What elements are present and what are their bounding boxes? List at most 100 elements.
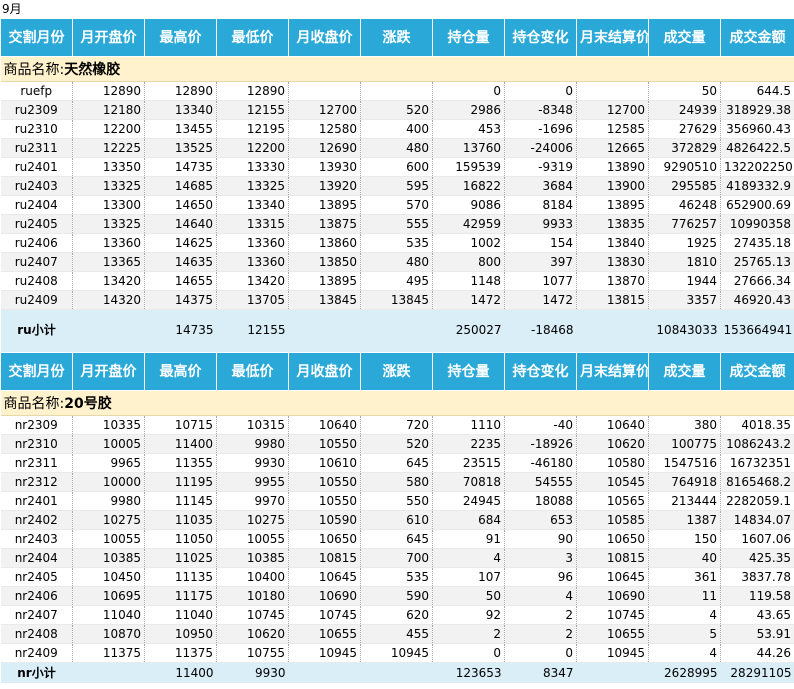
table-cell[interactable]: 318929.38 (720, 100, 794, 120)
table-cell[interactable]: 91 (432, 529, 505, 549)
table-cell[interactable]: 12585 (576, 119, 649, 139)
table-cell[interactable]: 580 (360, 472, 433, 492)
table-cell[interactable]: 764918 (648, 472, 721, 492)
subtotal-cell[interactable] (288, 662, 361, 683)
table-cell[interactable]: 13815 (576, 290, 649, 310)
table-cell[interactable]: 4 (504, 586, 577, 606)
table-cell[interactable]: 12580 (288, 119, 361, 139)
table-cell[interactable] (288, 81, 361, 101)
table-cell[interactable]: 13920 (288, 176, 361, 196)
table-cell[interactable]: 70818 (432, 472, 505, 492)
table-cell[interactable]: 10650 (288, 529, 361, 549)
table-cell[interactable]: 10640 (288, 415, 361, 435)
table-cell[interactable]: 213444 (648, 491, 721, 511)
table-cell[interactable]: 14635 (144, 252, 217, 272)
table-cell[interactable]: 11355 (144, 453, 217, 473)
table-cell[interactable]: 720 (360, 415, 433, 435)
table-cell[interactable]: 11375 (72, 643, 145, 663)
table-cell[interactable]: 13365 (72, 252, 145, 272)
table-cell[interactable]: 9290510 (648, 157, 721, 177)
table-cell[interactable]: 12700 (288, 100, 361, 120)
table-cell[interactable]: 12665 (576, 138, 649, 158)
table-cell[interactable]: 12700 (576, 100, 649, 120)
table-cell[interactable]: 10550 (288, 434, 361, 454)
table-cell[interactable]: 13325 (72, 214, 145, 234)
table-cell[interactable]: ru2408 (0, 271, 73, 291)
table-cell[interactable]: 13760 (432, 138, 505, 158)
table-cell[interactable]: 8165468.2 (720, 472, 794, 492)
table-cell[interactable]: 10815 (576, 548, 649, 568)
table-cell[interactable]: nr2403 (0, 529, 73, 549)
table-cell[interactable]: 13890 (576, 157, 649, 177)
subtotal-cell[interactable]: 123653 (432, 662, 505, 683)
table-cell[interactable]: 9955 (216, 472, 289, 492)
table-cell[interactable]: 13830 (576, 252, 649, 272)
table-cell[interactable]: 10565 (576, 491, 649, 511)
table-cell[interactable]: nr2401 (0, 491, 73, 511)
table-cell[interactable]: -8348 (504, 100, 577, 120)
column-header[interactable]: 月收盘价 (288, 18, 361, 57)
table-cell[interactable]: 10745 (216, 605, 289, 625)
table-cell[interactable]: 13525 (144, 138, 217, 158)
column-header[interactable]: 月末结算价 (576, 352, 649, 391)
subtotal-cell[interactable]: 250027 (432, 315, 505, 344)
table-cell[interactable]: 10585 (576, 510, 649, 530)
subtotal-cell[interactable] (288, 315, 361, 344)
table-cell[interactable]: 4 (648, 605, 721, 625)
table-cell[interactable]: 53.91 (720, 624, 794, 644)
column-header[interactable]: 月收盘价 (288, 352, 361, 391)
table-cell[interactable]: 13900 (576, 176, 649, 196)
month-label[interactable]: 9月 (0, 0, 794, 20)
table-cell[interactable]: ru2407 (0, 252, 73, 272)
table-cell[interactable]: 1810 (648, 252, 721, 272)
table-cell[interactable]: 10385 (216, 548, 289, 568)
table-cell[interactable]: 495 (360, 271, 433, 291)
table-cell[interactable]: -1696 (504, 119, 577, 139)
table-cell[interactable]: 535 (360, 567, 433, 587)
table-cell[interactable]: 9933 (504, 214, 577, 234)
table-cell[interactable]: 11050 (144, 529, 217, 549)
table-cell[interactable]: nr2407 (0, 605, 73, 625)
table-cell[interactable]: 13845 (360, 290, 433, 310)
table-cell[interactable]: ru2311 (0, 138, 73, 158)
table-cell[interactable]: 1110 (432, 415, 505, 435)
table-cell[interactable]: ru2309 (0, 100, 73, 120)
table-cell[interactable]: 14640 (144, 214, 217, 234)
table-cell[interactable]: 10640 (576, 415, 649, 435)
table-cell[interactable]: 550 (360, 491, 433, 511)
table-cell[interactable]: 453 (432, 119, 505, 139)
subtotal-cell[interactable] (576, 662, 649, 683)
table-cell[interactable]: 14625 (144, 233, 217, 253)
table-cell[interactable]: ru2310 (0, 119, 73, 139)
table-cell[interactable]: 380 (648, 415, 721, 435)
table-cell[interactable]: 14650 (144, 195, 217, 215)
table-cell[interactable]: nr2311 (0, 453, 73, 473)
table-cell[interactable]: 10055 (72, 529, 145, 549)
table-cell[interactable]: 4018.35 (720, 415, 794, 435)
table-cell[interactable]: 10645 (288, 567, 361, 587)
table-cell[interactable]: 1002 (432, 233, 505, 253)
table-cell[interactable]: 13840 (576, 233, 649, 253)
table-cell[interactable]: 776257 (648, 214, 721, 234)
table-cell[interactable]: 10990358 (720, 214, 794, 234)
table-cell[interactable]: 12180 (72, 100, 145, 120)
table-cell[interactable]: 10550 (288, 491, 361, 511)
table-cell[interactable]: 4189332.9 (720, 176, 794, 196)
table-cell[interactable]: 13850 (288, 252, 361, 272)
table-cell[interactable]: 10745 (288, 605, 361, 625)
table-cell[interactable]: 455 (360, 624, 433, 644)
subtotal-cell[interactable] (72, 662, 145, 683)
table-cell[interactable] (576, 81, 649, 101)
column-header[interactable]: 成交金额 (720, 18, 794, 57)
table-cell[interactable]: 12890 (144, 81, 217, 101)
table-cell[interactable]: 150 (648, 529, 721, 549)
column-header[interactable]: 最高价 (144, 352, 217, 391)
table-cell[interactable]: 12890 (216, 81, 289, 101)
table-cell[interactable]: 295585 (648, 176, 721, 196)
table-cell[interactable]: 356960.43 (720, 119, 794, 139)
table-cell[interactable]: 10650 (576, 529, 649, 549)
table-cell[interactable]: 645 (360, 453, 433, 473)
table-cell[interactable]: 620 (360, 605, 433, 625)
subtotal-cell[interactable]: nr小计 (0, 662, 73, 683)
table-cell[interactable]: nr2312 (0, 472, 73, 492)
